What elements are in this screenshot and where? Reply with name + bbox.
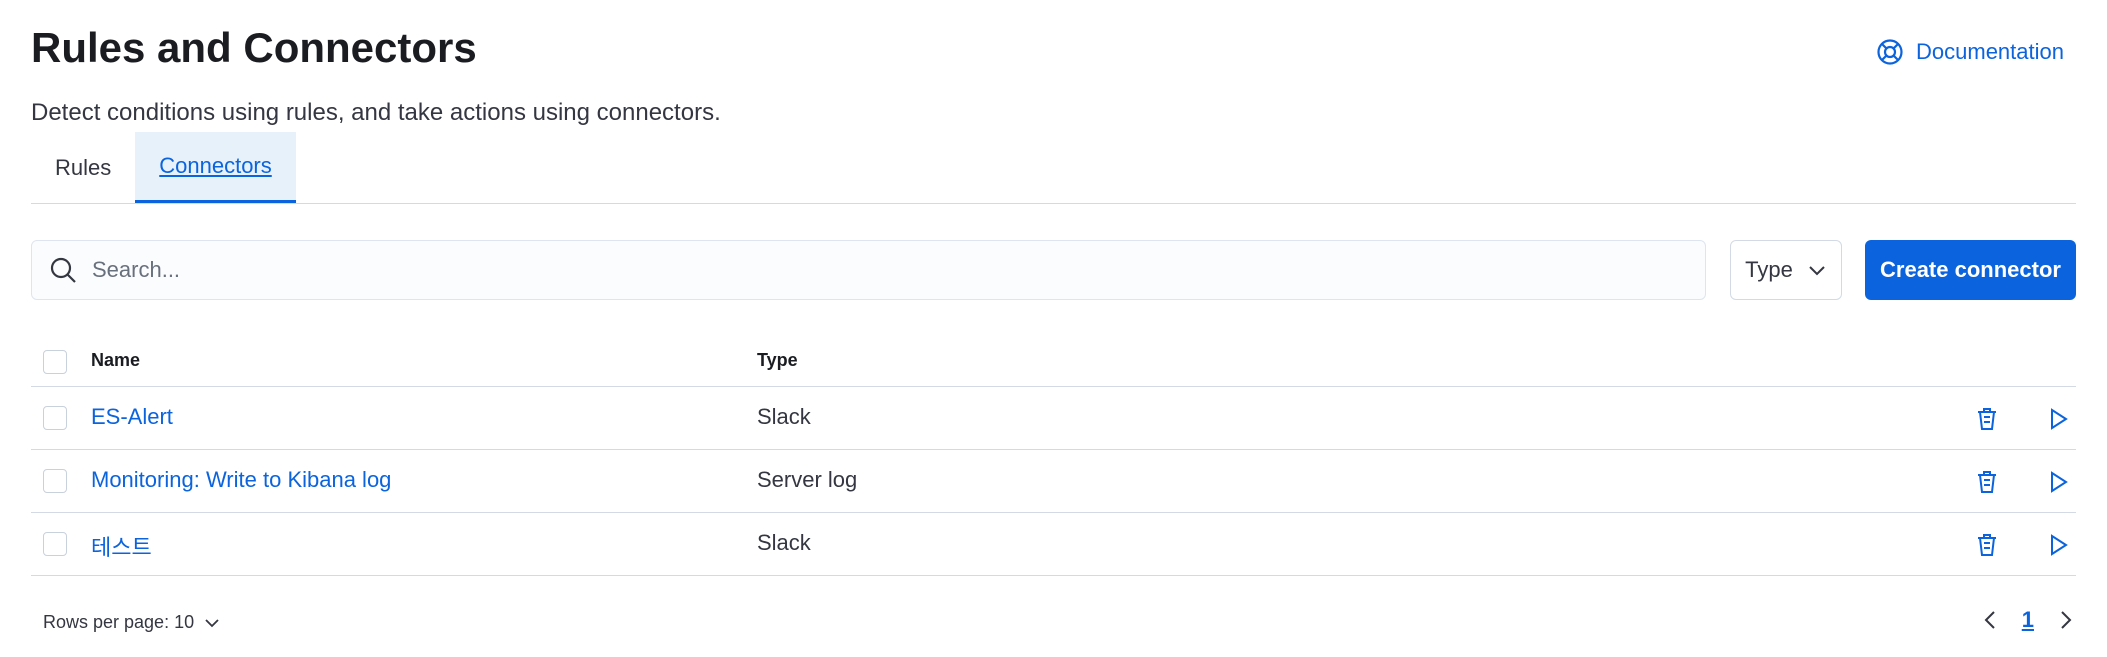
column-header-type: Type bbox=[757, 350, 798, 370]
connector-type: Server log bbox=[757, 467, 858, 492]
chevron-down-icon bbox=[205, 618, 219, 627]
rows-per-page-selector[interactable]: Rows per page: 10 bbox=[43, 612, 220, 633]
play-icon[interactable] bbox=[2044, 468, 2072, 496]
search-icon bbox=[50, 257, 76, 283]
column-header-name[interactable]: Name bbox=[91, 350, 140, 371]
trash-icon[interactable] bbox=[1973, 468, 2001, 496]
toolbar: Type Create connector bbox=[31, 240, 2076, 300]
table-header: Name Type bbox=[31, 332, 2076, 387]
table-row: ES-Alert Slack bbox=[31, 387, 2076, 450]
documentation-label: Documentation bbox=[1916, 39, 2064, 64]
trash-icon[interactable] bbox=[1973, 405, 2001, 433]
tab-bar: Rules Connectors bbox=[31, 132, 2076, 204]
connector-name-link[interactable]: ES-Alert bbox=[91, 404, 173, 430]
tab-connectors[interactable]: Connectors bbox=[135, 132, 296, 203]
table-row: Monitoring: Write to Kibana log Server l… bbox=[31, 450, 2076, 513]
page-description: Detect conditions using rules, and take … bbox=[31, 99, 721, 126]
connector-type: Slack bbox=[757, 404, 811, 429]
type-filter-button[interactable]: Type bbox=[1730, 240, 1842, 300]
connector-name-link[interactable]: 테스트 bbox=[91, 530, 152, 562]
help-lifebuoy-icon bbox=[1877, 39, 1903, 65]
chevron-right-icon[interactable] bbox=[2056, 608, 2076, 632]
page-number[interactable]: 1 bbox=[2022, 607, 2034, 633]
row-checkbox[interactable] bbox=[43, 406, 67, 430]
page-title: Rules and Connectors bbox=[31, 24, 477, 71]
play-icon[interactable] bbox=[2044, 531, 2072, 559]
rows-per-page-label: Rows per page: 10 bbox=[43, 612, 195, 632]
type-filter-label: Type bbox=[1745, 257, 1793, 282]
create-connector-button[interactable]: Create connector bbox=[1865, 240, 2076, 300]
connectors-table: Name Type ES-Alert Slack Monitoring: Wri… bbox=[31, 332, 2076, 576]
documentation-link[interactable]: Documentation bbox=[1876, 38, 2064, 66]
select-all-checkbox[interactable] bbox=[43, 350, 67, 374]
tab-rules[interactable]: Rules bbox=[31, 132, 135, 203]
connector-type: Slack bbox=[757, 530, 811, 555]
pagination: 1 bbox=[1980, 607, 2076, 633]
row-checkbox[interactable] bbox=[43, 532, 67, 556]
connector-name-link[interactable]: Monitoring: Write to Kibana log bbox=[91, 467, 391, 493]
chevron-left-icon[interactable] bbox=[1980, 608, 2000, 632]
table-row: 테스트 Slack bbox=[31, 513, 2076, 576]
search-input[interactable] bbox=[92, 257, 1672, 283]
chevron-down-icon bbox=[1809, 266, 1825, 276]
page: Rules and Connectors Documentation Detec… bbox=[31, 0, 2076, 657]
play-icon[interactable] bbox=[2044, 405, 2072, 433]
search-box bbox=[31, 240, 1706, 300]
row-checkbox[interactable] bbox=[43, 469, 67, 493]
trash-icon[interactable] bbox=[1973, 531, 2001, 559]
